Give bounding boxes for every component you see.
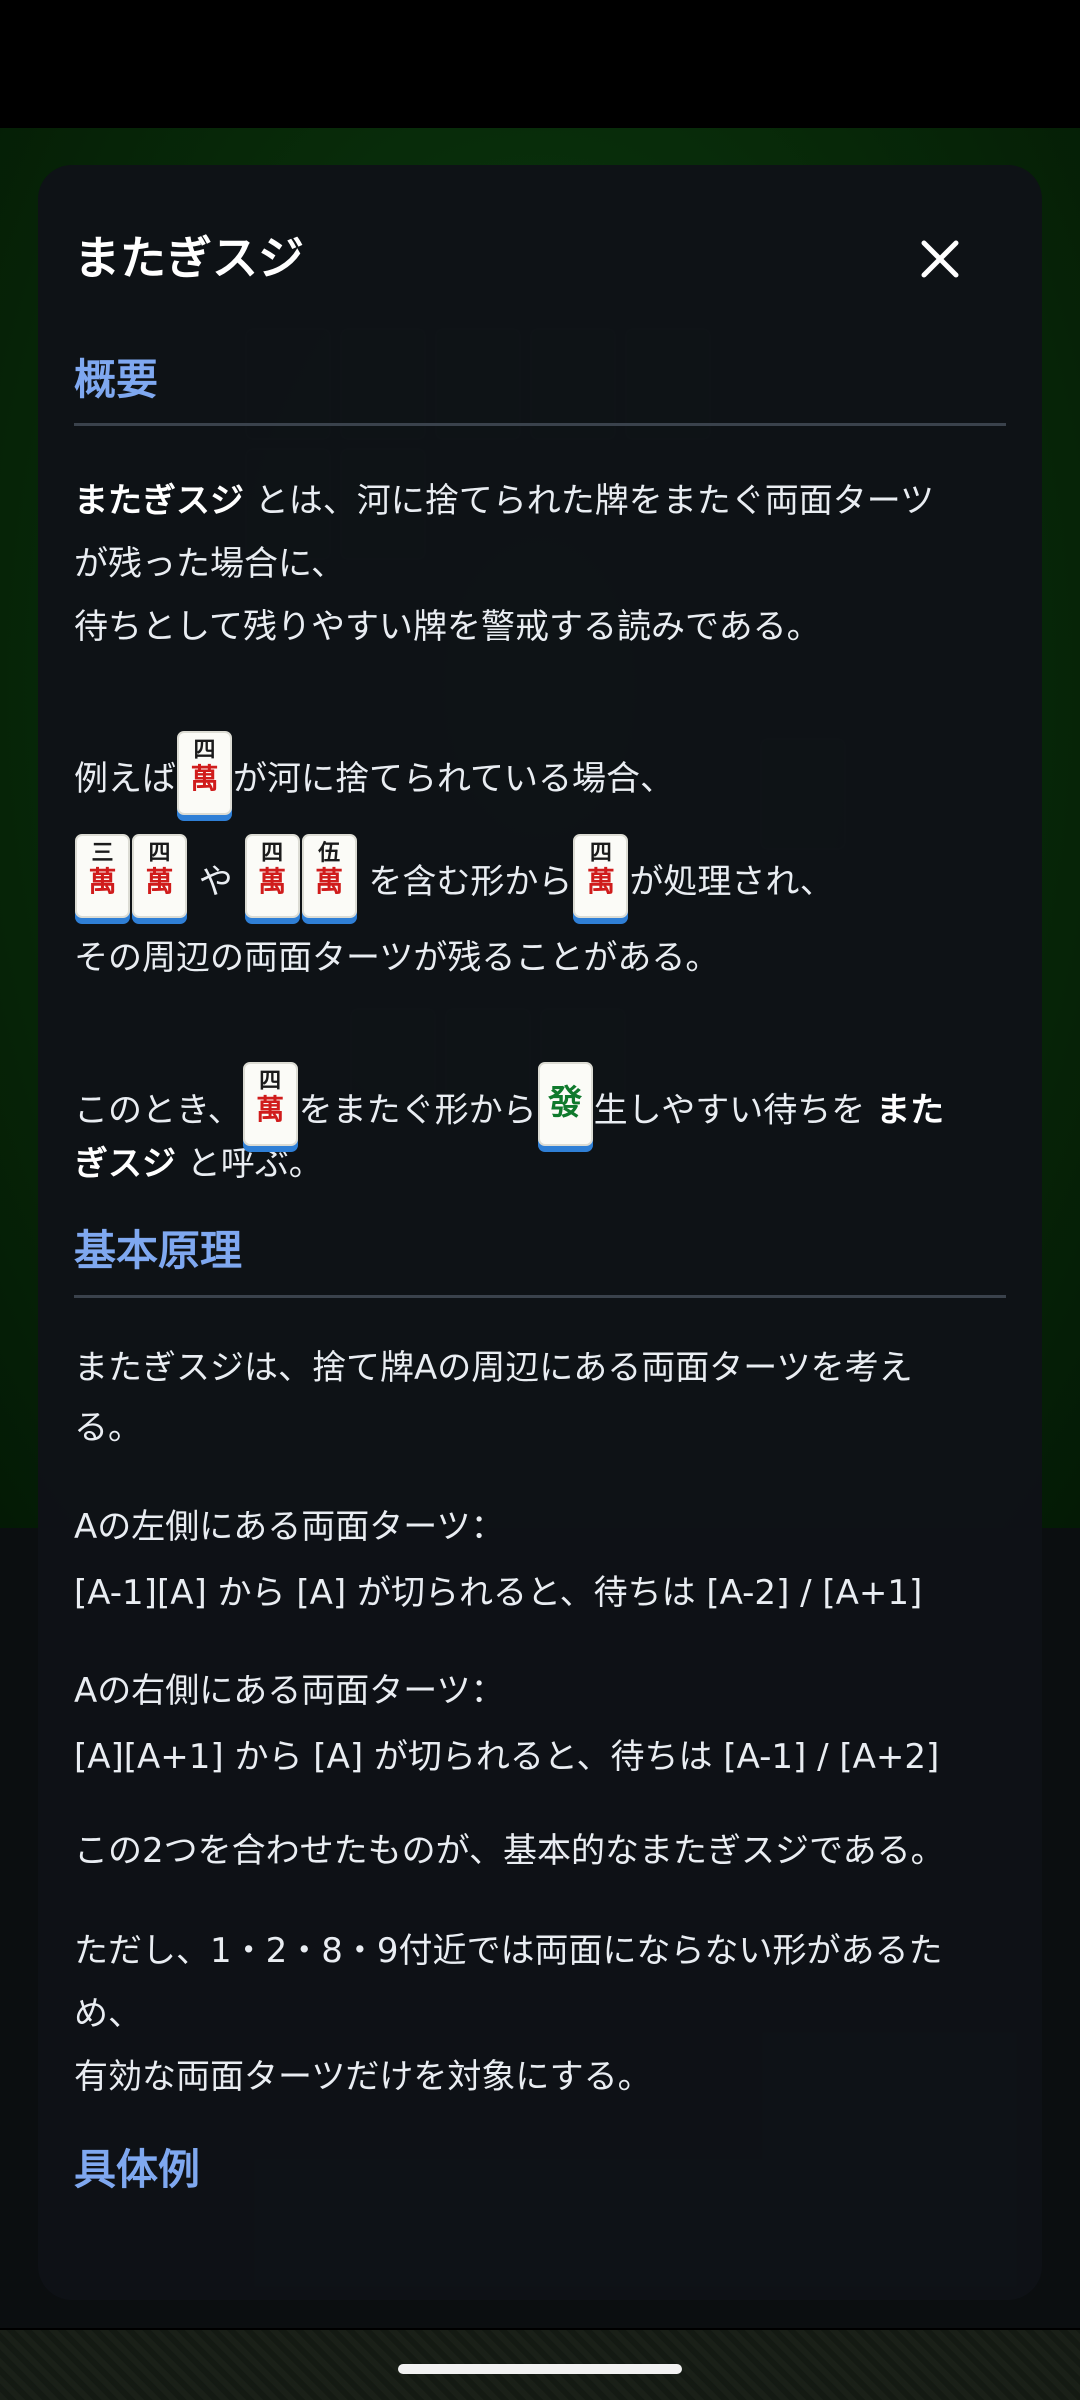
principle-left: Aの左側にある両面ターツ： [A-1][A] から [A] が切られると、待ちは… [74, 1494, 1006, 1626]
example-text: を含む形から [357, 862, 573, 903]
principle-text: ただし、1・2・8・9付近では両面にならない形があるた [74, 1930, 943, 1971]
principle-right: Aの右側にある両面ターツ： [A][A+1] から [A] が切られると、待ちは… [74, 1658, 1006, 1790]
principle-text: 有効な両面ターツだけを対象にする。 [74, 2056, 652, 2097]
principle-text: またぎスジは、捨て牌Aの周辺にある両面ターツを考え [74, 1347, 913, 1388]
modal-header: またぎスジ [38, 165, 1042, 285]
tile-5-man: 伍萬 [301, 833, 357, 918]
right-taatsu-label: Aの右側にある両面ターツ： [74, 1670, 505, 1711]
close-icon [921, 240, 959, 278]
tile-4-man: 四萬 [244, 833, 300, 918]
tile-4-man: 四萬 [132, 833, 187, 918]
principle-text: この2つを合わせたものが、基本的なまたぎスジである。 [74, 1830, 945, 1871]
overview-paragraph: またぎスジ とは、河に捨てられた牌をまたぐ両面ターツ が残った場合に、 待ちとし… [74, 470, 1006, 659]
modal-body: 概要 またぎスジ とは、河に捨てられた牌をまたぐ両面ターツ が残った場合に、 待… [74, 355, 1006, 2195]
section-title-examples: 具体例 [74, 2144, 201, 2194]
tile-4-man: 四萬 [177, 730, 232, 815]
principle-intro: またぎスジは、捨て牌Aの周辺にある両面ターツを考え る。 [74, 1338, 1006, 1458]
definition-text: と呼ぶ。 [176, 1144, 323, 1185]
principle-text: め、 [74, 1993, 142, 2034]
home-indicator[interactable] [398, 2364, 682, 2374]
principle-text: る。 [74, 1407, 142, 1448]
tile-4-man: 四萬 [573, 833, 629, 918]
example-paragraph: 例えば四萬が河に捨てられている場合、 三萬四萬 や 四萬伍萬 を含む形から四萬が… [74, 723, 1006, 990]
section-divider [74, 423, 1006, 427]
left-taatsu-desc: [A-1][A] から [A] が切られると、待ちは [A-2] / [A+1] [74, 1572, 923, 1613]
overview-text: とは、河に捨てられた牌をまたぐ両面ターツ [244, 481, 935, 522]
overview-text: 待ちとして残りやすい牌を警戒する読みである。 [74, 607, 821, 648]
definition-paragraph: このとき、四萬をまたぐ形から發生しやすい待ちを また ぎスジ と呼ぶ。 [74, 1062, 1006, 1196]
term-bold: またぎスジ [74, 481, 244, 522]
tile-3-man: 三萬 [75, 833, 130, 918]
close-button[interactable] [910, 229, 970, 289]
term-bold: ぎスジ [74, 1144, 176, 1185]
example-text: が処理され、 [629, 862, 834, 903]
example-text: が河に捨てられている場合、 [233, 759, 674, 800]
section-title-overview: 概要 [74, 355, 159, 404]
example-text: 例えば [74, 759, 176, 800]
section-title-principle: 基本原理 [74, 1226, 243, 1276]
tile-hatsu: 發 [537, 1062, 593, 1147]
left-taatsu-label: Aの左側にある両面ターツ： [74, 1506, 505, 1547]
status-bar [0, 0, 1080, 128]
principle-note: ただし、1・2・8・9付近では両面にならない形があるた め、 有効な両面ターツだ… [74, 1920, 1006, 2109]
overview-text: が残った場合に、 [74, 544, 345, 585]
tile-4-man: 四萬 [242, 1062, 298, 1147]
definition-text: このとき、 [74, 1090, 242, 1131]
principle-combined: この2つを合わせたものが、基本的なまたぎスジである。 [74, 1820, 1006, 1883]
definition-text: をまたぐ形から [298, 1090, 537, 1131]
modal-title: またぎスジ [74, 231, 304, 285]
section-divider [74, 1294, 1006, 1298]
help-modal: またぎスジ 概要 またぎスジ とは、河に捨てられた牌をまたぐ両面ターツ が残った… [38, 165, 1042, 2300]
example-text: や [188, 862, 244, 903]
term-bold: また [876, 1090, 945, 1131]
example-text: その周辺の両面ターツが残ることがある。 [74, 938, 720, 979]
definition-text: 生しやすい待ちを [593, 1090, 877, 1131]
right-taatsu-desc: [A][A+1] から [A] が切られると、待ちは [A-1] / [A+2] [74, 1736, 940, 1777]
